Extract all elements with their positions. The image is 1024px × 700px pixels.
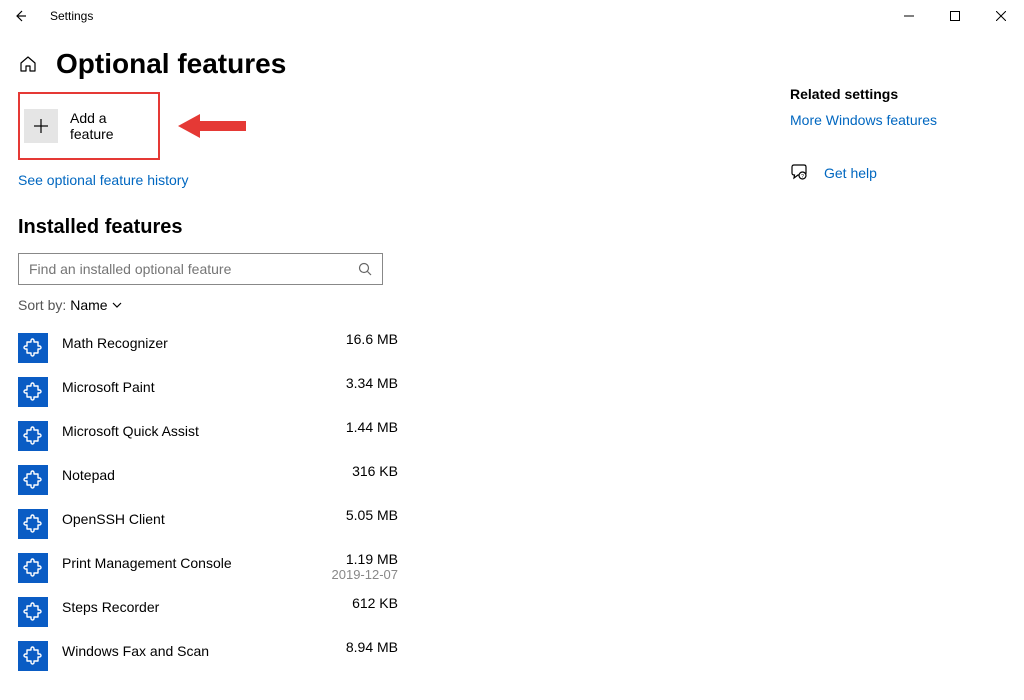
feature-icon-tile — [18, 509, 48, 539]
minimize-button[interactable] — [886, 0, 932, 32]
annotation-arrow-icon — [178, 108, 248, 144]
feature-meta: 612 KB — [352, 595, 398, 611]
feature-icon-tile — [18, 377, 48, 407]
feature-size: 1.19 MB — [332, 551, 399, 567]
puzzle-icon — [23, 558, 43, 578]
puzzle-icon — [23, 338, 43, 358]
feature-icon-tile — [18, 641, 48, 671]
feature-body: Notepad 316 KB — [62, 463, 398, 483]
add-a-feature-button[interactable]: Add a feature — [18, 92, 160, 160]
feature-body: Print Management Console 1.19 MB2019-12-0… — [62, 551, 398, 582]
search-input[interactable] — [29, 261, 349, 277]
feature-meta: 16.6 MB — [346, 331, 398, 347]
feature-meta: 8.94 MB — [346, 639, 398, 655]
feature-body: Microsoft Quick Assist 1.44 MB — [62, 419, 398, 439]
puzzle-icon — [23, 382, 43, 402]
feature-row[interactable]: Microsoft Quick Assist 1.44 MB — [18, 413, 398, 457]
feature-size: 612 KB — [352, 595, 398, 611]
puzzle-icon — [23, 602, 43, 622]
window-controls — [886, 0, 1024, 32]
home-icon — [19, 55, 37, 73]
home-button[interactable] — [18, 54, 38, 74]
feature-row[interactable]: Microsoft Paint 3.34 MB — [18, 369, 398, 413]
feature-name: Windows Fax and Scan — [62, 639, 209, 659]
feature-row[interactable]: Windows Fax and Scan 8.94 MB — [18, 633, 398, 677]
feature-date: 2019-12-07 — [332, 567, 399, 582]
feature-meta: 3.34 MB — [346, 375, 398, 391]
maximize-icon — [950, 11, 960, 21]
feature-meta: 1.44 MB — [346, 419, 398, 435]
add-feature-area: Add a feature — [18, 92, 790, 160]
feature-body: Windows Fax and Scan 8.94 MB — [62, 639, 398, 659]
feature-icon-tile — [18, 333, 48, 363]
titlebar-left: Settings — [8, 4, 93, 28]
feature-body: Microsoft Paint 3.34 MB — [62, 375, 398, 395]
feature-size: 1.44 MB — [346, 419, 398, 435]
feature-icon-tile — [18, 421, 48, 451]
feature-size: 8.94 MB — [346, 639, 398, 655]
feature-icon-tile — [18, 597, 48, 627]
search-installed-features[interactable] — [18, 253, 383, 285]
feature-row[interactable]: Math Recognizer 16.6 MB — [18, 325, 398, 369]
feature-icon-tile — [18, 553, 48, 583]
feature-meta: 1.19 MB2019-12-07 — [332, 551, 399, 582]
feature-name: Microsoft Paint — [62, 375, 155, 395]
feature-body: Math Recognizer 16.6 MB — [62, 331, 398, 351]
feature-name: Notepad — [62, 463, 115, 483]
feature-meta: 316 KB — [352, 463, 398, 479]
aside-column: Related settings More Windows features ?… — [790, 40, 1024, 677]
feature-row[interactable]: Print Management Console 1.19 MB2019-12-0… — [18, 545, 398, 589]
add-feature-label: Add a feature — [70, 110, 154, 142]
installed-features-list: Math Recognizer 16.6 MB Microsoft Paint 3.3… — [18, 325, 790, 677]
get-help-row: ? Get help — [790, 164, 1024, 182]
feature-row[interactable]: OpenSSH Client 5.05 MB — [18, 501, 398, 545]
page-header: Optional features — [18, 48, 790, 80]
titlebar: Settings — [0, 0, 1024, 32]
chevron-down-icon — [112, 300, 122, 310]
search-icon — [358, 262, 372, 276]
feature-meta: 5.05 MB — [346, 507, 398, 523]
app-title: Settings — [50, 9, 93, 23]
close-icon — [996, 11, 1006, 21]
back-button[interactable] — [8, 4, 32, 28]
svg-text:?: ? — [801, 174, 804, 180]
feature-name: Math Recognizer — [62, 331, 168, 351]
feature-name: Steps Recorder — [62, 595, 159, 615]
installed-features-heading: Installed features — [18, 216, 790, 239]
maximize-button[interactable] — [932, 0, 978, 32]
feature-name: Print Management Console — [62, 551, 232, 571]
feature-size: 16.6 MB — [346, 331, 398, 347]
close-button[interactable] — [978, 0, 1024, 32]
chat-help-icon: ? — [790, 164, 808, 182]
sort-by-dropdown[interactable]: Sort by: Name — [18, 297, 790, 313]
feature-size: 3.34 MB — [346, 375, 398, 391]
optional-feature-history-link[interactable]: See optional feature history — [18, 172, 188, 188]
feature-row[interactable]: Steps Recorder 612 KB — [18, 589, 398, 633]
puzzle-icon — [23, 514, 43, 534]
feature-row[interactable]: Notepad 316 KB — [18, 457, 398, 501]
puzzle-icon — [23, 646, 43, 666]
plus-tile — [24, 109, 58, 143]
sort-label: Sort by: — [18, 297, 66, 313]
get-help-link[interactable]: Get help — [824, 165, 877, 181]
puzzle-icon — [23, 470, 43, 490]
minimize-icon — [904, 11, 914, 21]
page-title: Optional features — [56, 48, 286, 80]
related-settings-heading: Related settings — [790, 86, 1024, 102]
plus-icon — [33, 118, 49, 134]
feature-size: 316 KB — [352, 463, 398, 479]
more-windows-features-link[interactable]: More Windows features — [790, 112, 1024, 128]
feature-size: 5.05 MB — [346, 507, 398, 523]
puzzle-icon — [23, 426, 43, 446]
main-column: Optional features Add a feature See opti… — [0, 40, 790, 677]
feature-icon-tile — [18, 465, 48, 495]
feature-body: Steps Recorder 612 KB — [62, 595, 398, 615]
content: Optional features Add a feature See opti… — [0, 32, 1024, 677]
sort-value: Name — [70, 297, 107, 313]
arrow-left-icon — [13, 9, 27, 23]
feature-name: OpenSSH Client — [62, 507, 165, 527]
feature-body: OpenSSH Client 5.05 MB — [62, 507, 398, 527]
feature-name: Microsoft Quick Assist — [62, 419, 199, 439]
